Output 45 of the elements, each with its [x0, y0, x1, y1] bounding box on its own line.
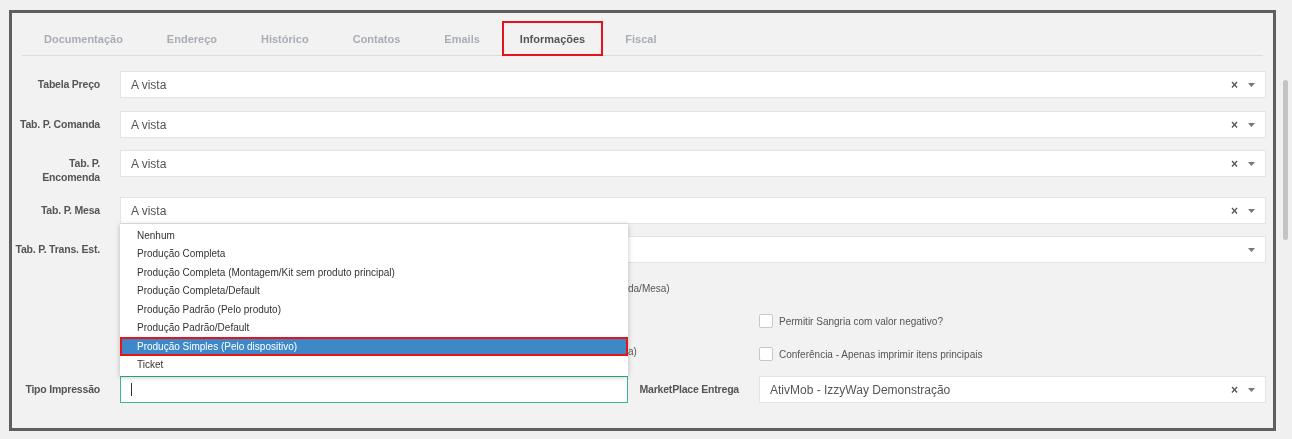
caret-icon: [1248, 387, 1255, 392]
caret-icon: [1248, 122, 1255, 127]
dropdown-option[interactable]: Ticket: [120, 355, 628, 374]
caret-icon: [1248, 247, 1255, 252]
select-value: A vista: [131, 77, 168, 92]
clear-icon[interactable]: ×: [1231, 203, 1238, 218]
select-value: A vista: [131, 203, 168, 218]
dropdown-option[interactable]: Produção Simples (Pelo dispositivo): [120, 337, 628, 356]
dropdown-option[interactable]: Produção Padrão/Default: [120, 318, 628, 337]
dropdown-option[interactable]: Produção Padrão (Pelo produto): [120, 300, 628, 319]
text-cursor: [131, 383, 132, 396]
dropdown-option[interactable]: Produção Completa/Default: [120, 281, 628, 300]
select-field[interactable]: A vista ×: [120, 111, 1266, 138]
caret-icon: [1248, 82, 1255, 87]
select-field[interactable]: A vista ×: [120, 150, 1266, 177]
field-label: Tab. P. Trans. Est.: [14, 242, 101, 256]
dropdown-option[interactable]: Produção Completa (Montagem/Kit sem produto principal): [120, 263, 628, 282]
dropdown-option[interactable]: Produção Completa: [120, 244, 628, 263]
tab[interactable]: Informações: [501, 21, 604, 56]
field-label: Tipo Impressão: [24, 382, 101, 396]
dropdown-option[interactable]: Nenhum: [120, 226, 628, 245]
scrollbar[interactable]: [1283, 80, 1288, 240]
caret-icon: [1248, 208, 1255, 213]
checkbox-label: Permitir Sangria com valor negativo?: [779, 315, 943, 327]
select-field[interactable]: AtivMob - IzzyWay Demonstração ×: [759, 376, 1266, 403]
field-label: Tabela Preço: [36, 77, 101, 91]
field-label: Tab. P. Encomenda: [41, 156, 101, 184]
checkbox-label: Conferência - Apenas imprimir itens principais: [779, 348, 983, 360]
clear-icon[interactable]: ×: [1231, 156, 1238, 171]
select-field[interactable]: A vista ×: [120, 71, 1266, 98]
option-text: a): [628, 345, 638, 357]
select-value: AtivMob - IzzyWay Demonstração: [770, 382, 952, 397]
field-label: Tab. P. Mesa: [39, 203, 101, 217]
select-field[interactable]: A vista ×: [120, 197, 1266, 224]
caret-icon: [1248, 161, 1255, 166]
select-value: A vista: [131, 156, 168, 171]
option-text: da/Mesa): [628, 282, 671, 294]
checkbox[interactable]: [759, 314, 773, 328]
clear-icon[interactable]: ×: [1231, 117, 1238, 132]
clear-icon[interactable]: ×: [1231, 382, 1238, 397]
field-label: MarketPlace Entrega: [638, 382, 740, 396]
field-label: Tab. P. Comanda: [18, 117, 101, 131]
select-value: A vista: [131, 117, 168, 132]
clear-icon[interactable]: ×: [1231, 77, 1238, 92]
checkbox[interactable]: [759, 347, 773, 361]
